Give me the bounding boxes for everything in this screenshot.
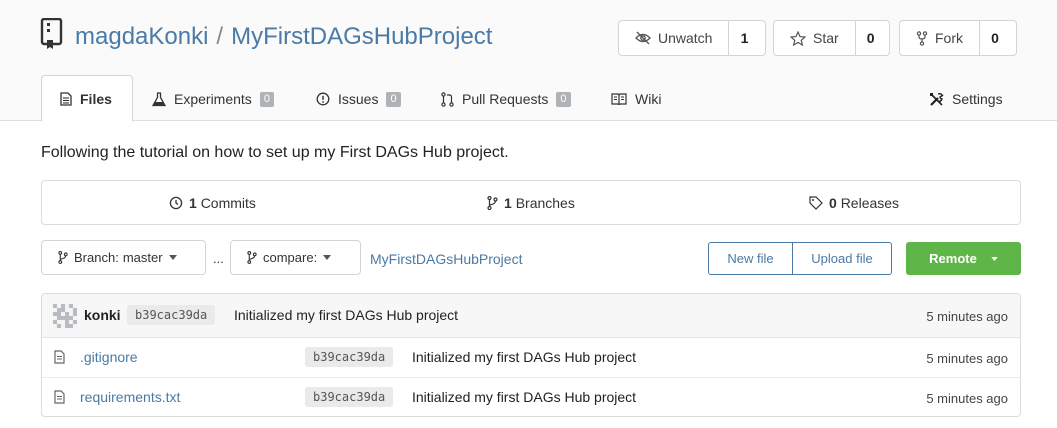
repo-book-icon <box>40 18 63 49</box>
book-open-icon <box>611 92 627 105</box>
caret-down-icon <box>991 256 998 261</box>
file-icon <box>54 390 65 404</box>
tab-issues[interactable]: Issues 0 <box>316 76 401 122</box>
caret-down-icon <box>168 255 177 260</box>
star-label: Star <box>813 30 839 46</box>
file-table: konki b39cac39da Initialized my first DA… <box>41 293 1021 417</box>
star-button[interactable]: Star <box>774 21 856 55</box>
caret-down-icon <box>323 255 332 260</box>
branch-value: master <box>122 250 163 265</box>
branch-icon <box>487 196 498 210</box>
eye-slash-icon <box>635 31 651 45</box>
file-commit-message[interactable]: Initialized my first DAGs Hub project <box>412 349 636 365</box>
tools-icon <box>930 92 944 106</box>
file-commit-sha[interactable]: b39cac39da <box>305 347 394 367</box>
tab-settings[interactable]: Settings <box>929 76 1003 122</box>
pull-requests-count-badge: 0 <box>556 91 571 107</box>
commit-author[interactable]: konki <box>84 307 121 323</box>
remote-button[interactable]: Remote <box>906 242 1021 275</box>
commits-label: Commits <box>200 195 256 211</box>
tab-pull-requests-label: Pull Requests <box>462 91 549 107</box>
file-commit-age: 5 minutes ago <box>926 351 1008 366</box>
tag-icon <box>809 196 823 210</box>
tab-settings-label: Settings <box>952 91 1003 107</box>
branch-prefix: Branch: <box>74 250 119 265</box>
file-icon <box>54 350 65 364</box>
fork-count[interactable]: 0 <box>980 21 1010 55</box>
issues-count-badge: 0 <box>386 91 401 107</box>
branches-label: Branches <box>515 195 575 211</box>
star-count[interactable]: 0 <box>856 21 886 55</box>
commit-message[interactable]: Initialized my first DAGs Hub project <box>234 307 458 323</box>
fork-button-group: Fork 0 <box>899 20 1017 56</box>
branch-dropdown[interactable]: Branch: master <box>41 240 206 275</box>
fork-label: Fork <box>935 30 963 46</box>
tab-files-label: Files <box>80 90 112 107</box>
unwatch-button[interactable]: Unwatch <box>619 21 730 55</box>
repo-description: Following the tutorial on how to set up … <box>41 144 509 161</box>
compare-ellipsis: ... <box>213 251 224 266</box>
branch-icon <box>247 251 257 264</box>
repo-title: magdaKonki / MyFirstDAGsHubProject <box>75 23 492 51</box>
tab-pull-requests[interactable]: Pull Requests 0 <box>441 76 571 122</box>
file-commit-sha[interactable]: b39cac39da <box>305 387 394 407</box>
issue-icon <box>316 92 330 106</box>
star-icon <box>790 30 806 46</box>
repo-header: magdaKonki / MyFirstDAGsHubProject Unwatch… <box>0 0 1057 122</box>
commits-stat-link[interactable]: 1 Commits <box>169 195 256 211</box>
remote-label: Remote <box>929 251 977 266</box>
branches-count: 1 <box>504 195 512 211</box>
commits-count: 1 <box>189 195 197 211</box>
repo-owner-link[interactable]: magdaKonki <box>75 23 208 50</box>
unwatch-label: Unwatch <box>658 30 713 46</box>
upload-file-button[interactable]: Upload file <box>793 243 891 274</box>
commit-sha[interactable]: b39cac39da <box>127 305 216 325</box>
compare-label: compare: <box>263 250 318 265</box>
breadcrumb-repo-link[interactable]: MyFirstDAGsHubProject <box>370 251 522 267</box>
file-row: requirements.txt b39cac39da Initialized … <box>42 378 1020 416</box>
watch-button-group: Unwatch 1 <box>618 20 766 56</box>
tab-wiki[interactable]: Wiki <box>611 76 661 122</box>
repo-separator: / <box>216 23 224 50</box>
branches-stat-link[interactable]: 1 Branches <box>487 195 575 211</box>
releases-count: 0 <box>829 195 837 211</box>
tab-issues-label: Issues <box>338 91 379 107</box>
experiments-count-badge: 0 <box>259 91 274 107</box>
fork-icon <box>916 30 928 46</box>
pull-request-icon <box>441 91 454 107</box>
history-icon <box>169 196 183 210</box>
file-text-icon <box>60 91 72 106</box>
releases-label: Releases <box>840 195 900 211</box>
file-name-link[interactable]: requirements.txt <box>80 389 180 405</box>
releases-stat-link[interactable]: 0 Releases <box>809 195 899 211</box>
branch-icon <box>58 251 68 264</box>
fork-button[interactable]: Fork <box>900 21 980 55</box>
tab-experiments[interactable]: Experiments 0 <box>152 76 274 122</box>
file-commit-message[interactable]: Initialized my first DAGs Hub project <box>412 389 636 405</box>
tab-experiments-label: Experiments <box>174 91 252 107</box>
repo-stats-bar: 1 Commits 1 Branches 0 Releases <box>41 180 1021 225</box>
commit-age: 5 minutes ago <box>926 309 1008 324</box>
file-row: .gitignore b39cac39da Initialized my fir… <box>42 338 1020 378</box>
file-name-link[interactable]: .gitignore <box>80 349 138 365</box>
star-button-group: Star 0 <box>773 20 890 56</box>
avatar[interactable] <box>53 304 77 328</box>
latest-commit-row: konki b39cac39da Initialized my first DA… <box>42 294 1020 338</box>
tab-wiki-label: Wiki <box>635 91 662 107</box>
file-actions-group: New file Upload file <box>708 242 892 275</box>
watch-count[interactable]: 1 <box>729 21 759 55</box>
repo-name-link[interactable]: MyFirstDAGsHubProject <box>231 23 492 50</box>
new-file-button[interactable]: New file <box>709 243 793 274</box>
file-commit-age: 5 minutes ago <box>926 391 1008 406</box>
tab-files[interactable]: Files <box>41 75 133 122</box>
flask-icon <box>152 91 166 106</box>
compare-dropdown[interactable]: compare: <box>230 240 361 275</box>
